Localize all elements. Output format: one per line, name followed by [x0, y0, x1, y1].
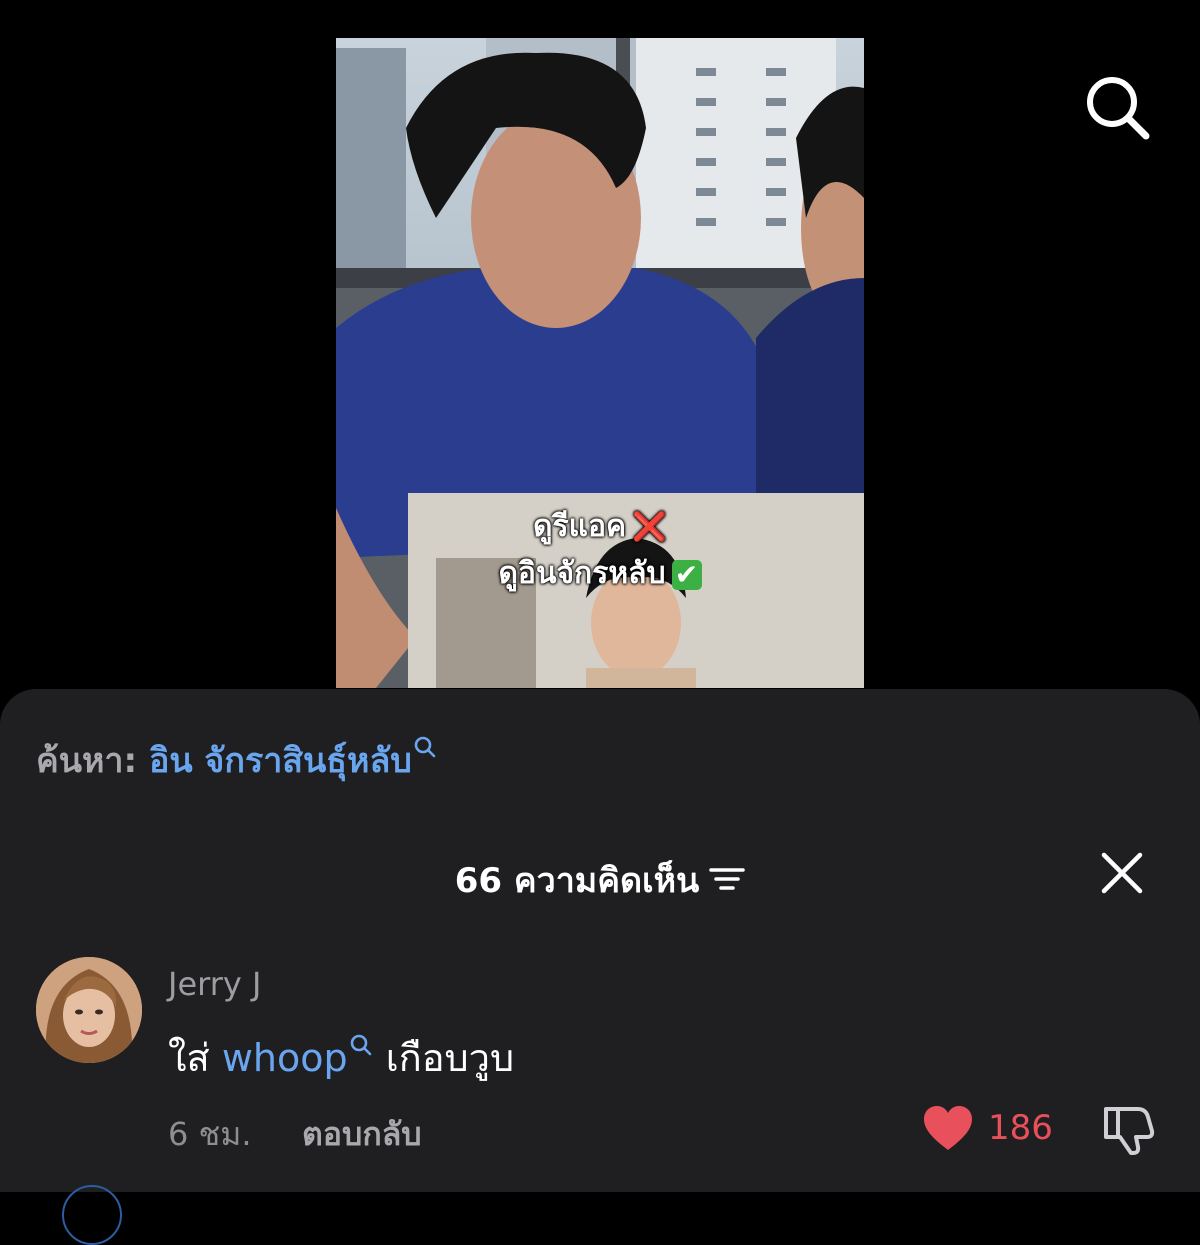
- search-icon: [412, 729, 438, 769]
- next-comment-avatar[interactable]: [62, 1185, 122, 1245]
- avatar[interactable]: [36, 957, 142, 1063]
- check-mark-icon: ✔: [671, 559, 702, 590]
- comment-timestamp: 6 ชม.: [168, 1115, 252, 1153]
- search-button[interactable]: [1080, 72, 1156, 142]
- search-icon: [1087, 77, 1150, 140]
- close-button[interactable]: [1100, 851, 1144, 895]
- like-button[interactable]: 186: [922, 1103, 1053, 1153]
- search-suggestion[interactable]: ค้นหา: อิน จักราสินธุ์หลับ: [36, 733, 438, 787]
- avatar-image: [36, 957, 142, 1063]
- comments-count-title: 66 ความคิดเห็น: [454, 861, 700, 901]
- reply-button[interactable]: ตอบกลับ: [302, 1109, 422, 1160]
- comment-body: ใส่ whoop เกือบวูบ: [168, 1027, 514, 1088]
- search-icon: [348, 1023, 374, 1067]
- heart-icon: [924, 1106, 972, 1150]
- cross-mark-icon: ❌: [632, 510, 667, 543]
- overlay-caption-line2: ดูอินจักรหลับ ✔: [336, 550, 864, 597]
- comment-username[interactable]: Jerry J: [168, 965, 261, 1003]
- comment-text-before: ใส่: [168, 1036, 210, 1080]
- comment-text-after: เกือบวูบ: [385, 1036, 515, 1080]
- dislike-button[interactable]: [1100, 1103, 1156, 1155]
- search-suggestion-prefix: ค้นหา:: [36, 741, 138, 781]
- close-icon: [1101, 852, 1143, 894]
- caption-text-1: ดูรีแอค: [533, 509, 627, 544]
- thumbs-down-icon: [1104, 1107, 1155, 1155]
- sort-icon[interactable]: [709, 863, 746, 903]
- overlay-caption-line1: ดูรีแอค ❌: [336, 503, 864, 550]
- comment-search-link[interactable]: whoop: [222, 1036, 348, 1080]
- caption-text-2: ดูอินจักรหลับ: [498, 556, 666, 591]
- search-suggestion-query[interactable]: อิน จักราสินธุ์หลับ: [149, 741, 412, 781]
- video-player[interactable]: ดูรีแอค ❌ ดูอินจักรหลับ ✔: [336, 38, 864, 688]
- comments-header: 66 ความคิดเห็น: [0, 853, 1200, 907]
- comments-sheet: ค้นหา: อิน จักราสินธุ์หลับ 66 ความคิดเห็…: [0, 689, 1200, 1245]
- like-count: 186: [988, 1108, 1053, 1148]
